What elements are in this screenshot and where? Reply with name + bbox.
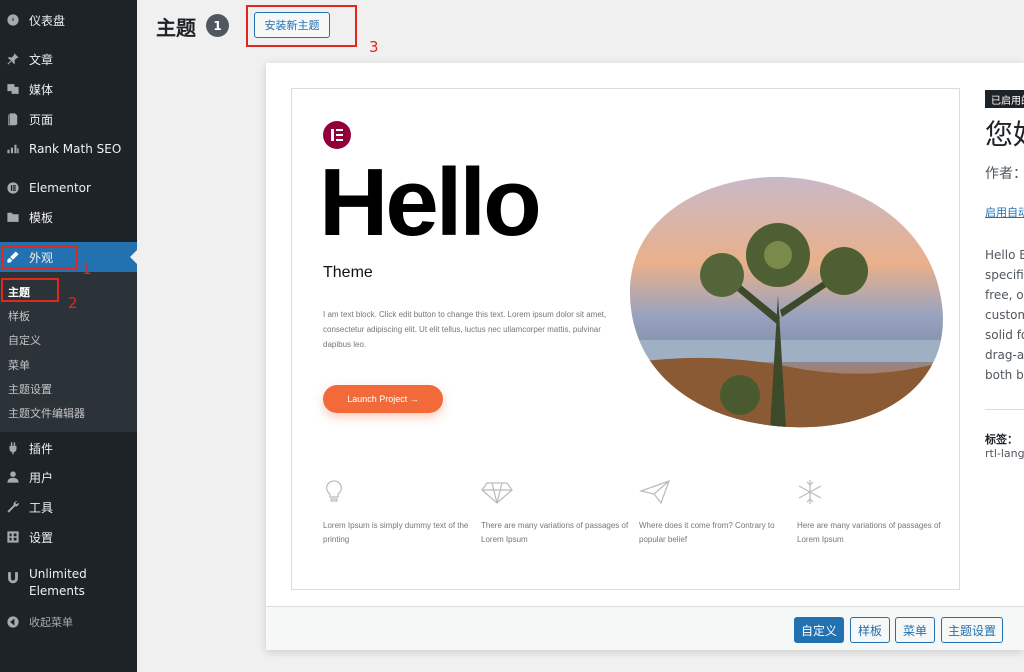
page-icon [6, 112, 20, 126]
plugin-icon [6, 441, 20, 455]
sidebar-item-label: Elementor [29, 181, 91, 195]
theme-description: Hello E specific free, op custom solid f… [985, 248, 1024, 382]
sidebar-item-posts[interactable]: 文章 [0, 46, 137, 72]
tags-value: rtl-language [985, 447, 1024, 460]
collapse-arrow-icon [6, 615, 20, 629]
menus-button[interactable]: 菜单 [895, 617, 935, 643]
theme-settings-button[interactable]: 主题设置 [941, 617, 1003, 643]
patterns-button[interactable]: 样板 [850, 617, 890, 643]
pin-icon [6, 52, 20, 66]
annotation-box-appearance [1, 245, 78, 269]
annotation-number-3: 3 [369, 38, 379, 56]
customize-button[interactable]: 自定义 [794, 617, 844, 643]
sidebar-item-label: 工具 [29, 500, 54, 515]
sidebar-item-settings[interactable]: 设置 [0, 524, 137, 550]
hero-subheading: Theme [323, 264, 373, 281]
feature-text: Where does it come from? Contrary to pop… [639, 521, 775, 544]
elementor-logo-icon [323, 121, 351, 149]
feature-text: Lorem Ipsum is simply dummy text of the … [323, 521, 469, 544]
chart-icon [6, 142, 20, 156]
hero-heading: Hello [319, 149, 542, 256]
sidebar-item-tools[interactable]: 工具 [0, 494, 137, 520]
submenu-item-customize[interactable]: 自定义 [8, 332, 41, 348]
sidebar-item-templates[interactable]: 模板 [0, 204, 137, 230]
enable-auto-updates-link[interactable]: 启用自动更新 [985, 204, 1024, 220]
active-theme-badge: 已启用的 [985, 90, 1024, 108]
sidebar-item-label: 用户 [29, 470, 54, 485]
annotation-number-2: 2 [68, 294, 78, 312]
sidebar-item-label: 设置 [29, 530, 54, 545]
theme-author: 作者： [985, 166, 1024, 182]
feature-item: Here are many variations of passages of … [797, 479, 947, 547]
sidebar-item-plugins[interactable]: 插件 [0, 435, 137, 461]
sidebar-item-rank-math[interactable]: Rank Math SEO [0, 136, 137, 162]
collapse-menu-button[interactable]: 收起菜单 [0, 609, 137, 635]
theme-details-overlay: Hello Theme I am text block. Click edit … [266, 63, 1024, 650]
sidebar-item-unlimited-elements[interactable]: Unlimited Elements [0, 566, 137, 606]
sidebar-item-pages[interactable]: 页面 [0, 106, 137, 132]
sidebar-item-elementor[interactable]: Elementor [0, 175, 137, 201]
snowflake-icon [798, 480, 822, 504]
thistle-photo-image [630, 176, 943, 428]
submenu-item-menus[interactable]: 菜单 [8, 357, 30, 373]
theme-count-badge: 1 [206, 14, 229, 37]
unlimited-icon [6, 570, 20, 584]
media-icon [6, 82, 20, 96]
submenu-item-theme-editor[interactable]: 主题文件编辑器 [8, 405, 85, 421]
annotation-box-add-theme [246, 5, 357, 47]
lightbulb-icon [326, 480, 342, 502]
sidebar-item-dashboard[interactable]: 仪表盘 [0, 7, 137, 33]
sidebar-item-label: 模板 [29, 210, 54, 225]
folder-icon [6, 210, 20, 224]
submenu-item-patterns[interactable]: 样板 [8, 308, 30, 324]
sidebar-item-label: 文章 [29, 52, 54, 67]
theme-name: 您好 [985, 118, 1024, 151]
feature-text: There are many variations of passages of… [481, 521, 629, 544]
settings-icon [6, 530, 20, 544]
sidebar-item-label: 插件 [29, 441, 54, 456]
page-title: 主题 [156, 16, 196, 40]
elementor-icon [6, 181, 20, 195]
launch-project-button: Launch Project → [323, 385, 443, 413]
wrench-icon [6, 500, 20, 514]
feature-item: Lorem Ipsum is simply dummy text of the … [323, 479, 473, 547]
paper-plane-icon [638, 480, 670, 505]
admin-sidebar: 仪表盘 文章 媒体 页面 Rank Math SEO Elementor 模板 … [0, 0, 137, 672]
feature-item: Where does it come from? Contrary to pop… [638, 479, 789, 547]
sidebar-item-label: 媒体 [29, 82, 54, 97]
theme-actions-footer: 自定义 样板 菜单 主题设置 [266, 606, 1024, 650]
submenu-item-theme-settings[interactable]: 主题设置 [8, 381, 52, 397]
sidebar-item-label: 页面 [29, 112, 54, 127]
theme-screenshot: Hello Theme I am text block. Click edit … [291, 88, 960, 590]
dashboard-icon [6, 13, 20, 27]
sidebar-item-media[interactable]: 媒体 [0, 76, 137, 102]
annotation-number-1: 1 [82, 260, 92, 278]
feature-item: There are many variations of passages of… [481, 479, 631, 547]
sidebar-item-label: 仪表盘 [29, 13, 66, 28]
user-icon [6, 470, 20, 484]
details-divider [985, 409, 1024, 410]
hero-text-block: I am text block. Click edit button to ch… [323, 310, 607, 349]
diamond-icon [481, 482, 513, 504]
sidebar-item-users[interactable]: 用户 [0, 464, 137, 490]
sidebar-item-label: Rank Math SEO [29, 142, 122, 156]
sidebar-item-label: Unlimited Elements [29, 567, 87, 598]
feature-text: Here are many variations of passages of … [797, 521, 941, 544]
tags-label: 标签： [985, 433, 1018, 446]
annotation-box-themes [1, 278, 59, 302]
collapse-menu-label: 收起菜单 [29, 616, 73, 629]
